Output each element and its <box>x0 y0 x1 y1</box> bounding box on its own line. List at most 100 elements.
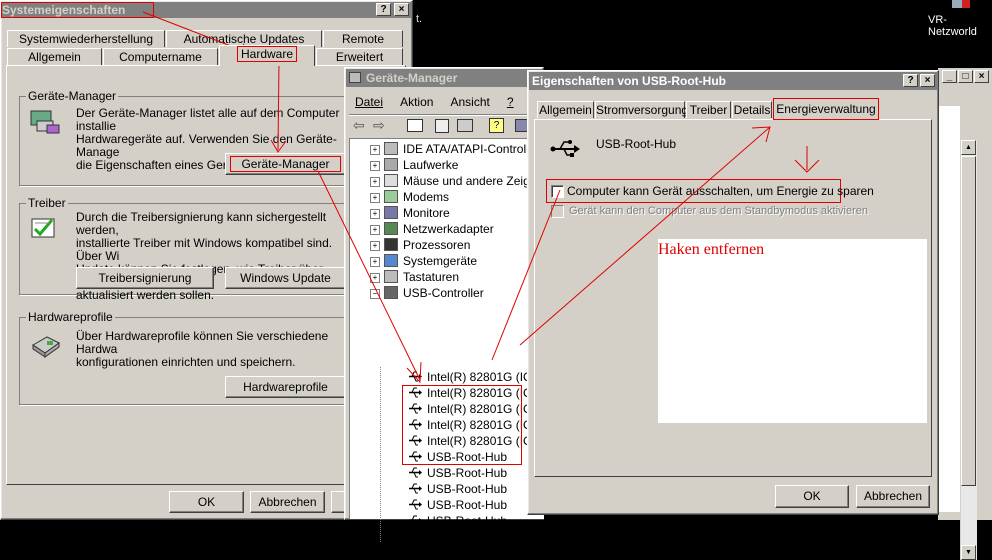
tab-props-stromversorgung[interactable]: Stromversorgung <box>595 101 688 118</box>
windows-update-button[interactable]: Windows Update <box>225 267 346 289</box>
tab-hardware-label: Hardware <box>236 46 298 62</box>
show-hide-tree-icon[interactable] <box>407 119 423 132</box>
usb-device-row[interactable]: Intel(R) 82801G (ICH <box>390 369 540 385</box>
tree-category[interactable]: + Modems <box>370 189 540 205</box>
background-window: _ □ × ▲ ▼ <box>938 68 992 560</box>
tab-allgemein[interactable]: Allgemein <box>7 48 102 65</box>
tab-props-treiber[interactable]: Treiber <box>686 101 731 118</box>
sys-close-button[interactable]: × <box>394 3 409 16</box>
allow-power-off-checkbox[interactable] <box>551 185 564 198</box>
usb-device-row[interactable]: USB-Root-Hub <box>390 481 540 497</box>
allow-power-off-label[interactable]: Computer kann Gerät ausschalten, um Ener… <box>567 184 874 198</box>
bg-minimize-button[interactable]: _ <box>942 70 957 83</box>
tree-category-label: USB-Controller <box>403 286 484 300</box>
props-help-button[interactable]: ? <box>903 74 918 87</box>
expand-toggle-icon[interactable]: + <box>370 145 380 155</box>
bg-scrollbar[interactable]: ▲ ▼ <box>960 140 977 560</box>
tree-category[interactable]: + Mäuse und andere Zeige <box>370 173 540 189</box>
tab-computername[interactable]: Computername <box>103 48 218 65</box>
bg-close-button[interactable]: × <box>974 70 989 83</box>
tab-props-energieverwaltung[interactable]: Energieverwaltung <box>773 98 879 120</box>
sys-cancel-button[interactable]: Abbrechen <box>250 491 325 513</box>
expand-toggle-icon[interactable]: + <box>370 241 380 251</box>
menu-help[interactable]: ? <box>507 95 514 109</box>
tree-category[interactable]: + IDE ATA/ATAPI-Controlle <box>370 141 540 157</box>
driver-signing-button[interactable]: Treibersignierung <box>76 267 214 289</box>
print-icon[interactable] <box>457 119 473 132</box>
properties-icon[interactable] <box>435 119 449 133</box>
menu-ansicht[interactable]: Ansicht <box>451 95 490 109</box>
device-category-icon <box>384 254 398 267</box>
bg-maximize-button[interactable]: □ <box>958 70 973 83</box>
device-category-icon <box>384 238 398 251</box>
usb-device-label: USB-Root-Hub <box>427 514 508 528</box>
expand-toggle-icon[interactable]: + <box>370 273 380 283</box>
tab-erweitert[interactable]: Erweitert <box>316 48 403 65</box>
expand-toggle-icon[interactable]: + <box>370 177 380 187</box>
usb-device-icon <box>550 137 580 161</box>
tree-category[interactable]: + Tastaturen <box>370 269 540 285</box>
expand-toggle-icon[interactable]: − <box>370 289 380 299</box>
tree-category[interactable]: − USB-Controller <box>370 285 540 301</box>
sys-help-button[interactable]: ? <box>376 3 391 16</box>
annotation-remove-checkmark: Haken entfernen <box>658 241 765 258</box>
props-ok-button[interactable]: OK <box>775 485 849 508</box>
hardware-profiles-button[interactable]: Hardwareprofile <box>225 376 346 398</box>
device-name: USB-Root-Hub <box>596 137 677 151</box>
device-category-icon <box>384 190 398 203</box>
tree-category-label: Mäuse und andere Zeige <box>403 174 537 188</box>
tab-props-details[interactable]: Details <box>732 101 772 118</box>
usb-icon <box>408 370 422 383</box>
device-category-icon <box>384 174 398 187</box>
usb-device-label: Intel(R) 82801G (ICH <box>427 370 541 384</box>
usb-device-row[interactable]: USB-Root-Hub <box>390 513 540 529</box>
usb-icon <box>408 530 422 543</box>
props-titlebar[interactable]: Eigenschaften von USB-Root-Hub ? × <box>529 72 937 90</box>
props-cancel-button[interactable]: Abbrechen <box>856 485 930 508</box>
tab-systemwiederherstellung[interactable]: Systemwiederherstellung <box>7 30 165 47</box>
expand-toggle-icon[interactable]: + <box>370 257 380 267</box>
expand-toggle-icon[interactable]: + <box>370 193 380 203</box>
tree-category[interactable]: + Laufwerke <box>370 157 540 173</box>
group-driver-label: Treiber <box>26 196 68 210</box>
tree-category-label: Prozessoren <box>403 238 471 252</box>
expand-toggle-icon[interactable]: + <box>370 225 380 235</box>
back-arrow-icon[interactable]: ⇦ <box>353 117 365 134</box>
tab-remote[interactable]: Remote <box>323 30 403 47</box>
expand-toggle-icon[interactable]: + <box>370 209 380 219</box>
annotation-text-area: Haken entfernen <box>658 239 927 423</box>
device-category-icon <box>384 142 398 155</box>
desktop-icon-graphic[interactable] <box>950 0 972 10</box>
dm-titlebar[interactable]: Geräte-Manager <box>346 69 542 87</box>
tree-category[interactable]: + Netzwerkadapter <box>370 221 540 237</box>
tab-hardware[interactable]: Hardware <box>219 45 315 66</box>
props-close-button[interactable]: × <box>920 74 935 87</box>
tab-props-allgemein[interactable]: Allgemein <box>537 101 594 118</box>
menu-datei[interactable]: Datei <box>355 95 383 109</box>
usb-device-row[interactable]: USB-Root-Hub <box>390 465 540 481</box>
help-icon[interactable]: ? <box>489 118 504 133</box>
sys-titlebar[interactable]: Systemeigenschaften ? × <box>0 2 411 18</box>
tree-category[interactable]: + Prozessoren <box>370 237 540 253</box>
device-category-icon <box>384 222 398 235</box>
hardware-profile-icon <box>29 331 63 359</box>
desktop-icon-label[interactable]: VR-Netzworld <box>928 14 992 38</box>
device-category-icon <box>384 270 398 283</box>
device-manager-button[interactable]: Geräte-Manager <box>225 153 346 175</box>
expand-toggle-icon[interactable]: + <box>370 161 380 171</box>
tree-category-label: Modems <box>403 190 450 204</box>
usb-root-hub-properties-window: Eigenschaften von USB-Root-Hub ? × Allge… <box>527 70 939 515</box>
allow-wake-checkbox <box>551 205 564 218</box>
tree-category-label: Tastaturen <box>403 270 460 284</box>
forward-arrow-icon[interactable]: ⇨ <box>373 117 385 134</box>
desktop-partial-text: t. <box>416 13 423 25</box>
device-category-icon <box>384 286 398 299</box>
sys-ok-button[interactable]: OK <box>169 491 244 513</box>
usb-device-row[interactable]: USB-Root-Hub <box>390 497 540 513</box>
tree-category[interactable]: + Monitore <box>370 205 540 221</box>
menu-aktion[interactable]: Aktion <box>400 95 433 109</box>
tree-category[interactable]: + Systemgeräte <box>370 253 540 269</box>
usb-device-row[interactable]: USB-Verbundgerät <box>390 529 540 545</box>
allow-wake-label: Gerät kann den Computer aus dem Standbym… <box>569 205 868 217</box>
usb-device-label: USB-Verbundgerät <box>427 530 528 544</box>
